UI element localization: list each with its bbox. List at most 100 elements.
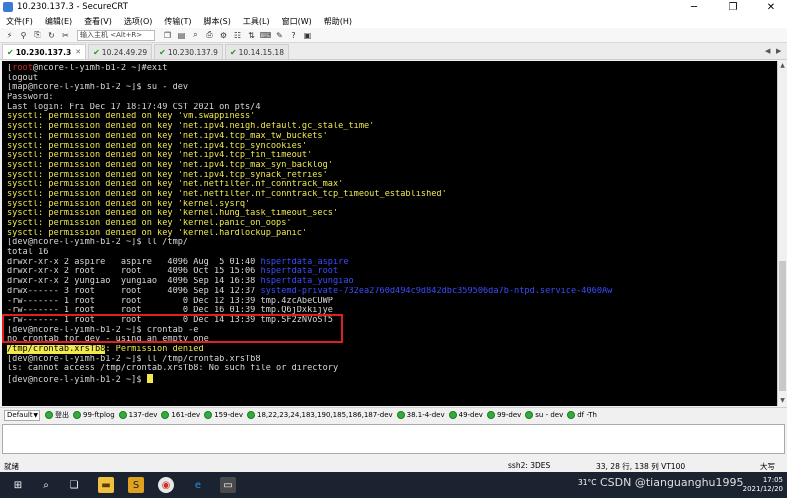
terminal-text: -rw------- 1 root root 0 Dec 12 13:39 tm…: [7, 296, 333, 306]
securecrt-taskbar-icon[interactable]: ▭: [220, 477, 236, 493]
green-button-icon: [118, 411, 127, 419]
button-bar-item-label: su - dev: [535, 411, 564, 419]
terminal-line: [dev@ncore-l-yimh-b1-2 ~]$: [7, 374, 777, 384]
button-bar-item[interactable]: 99-ftplog: [73, 411, 115, 419]
edge-icon[interactable]: e: [190, 477, 206, 493]
button-bar-item[interactable]: df -Th: [567, 411, 597, 419]
taskbar-clock[interactable]: 17:05 2021/12/20: [743, 476, 783, 494]
search-icon[interactable]: ⌕: [38, 477, 54, 493]
windows-start-icon[interactable]: ⊞: [10, 477, 26, 493]
title-bar: 10.230.137.3 - SecureCRT ─ ❐ ✕: [0, 0, 787, 14]
maximize-button[interactable]: ❐: [720, 0, 746, 14]
tab-close-icon[interactable]: ✕: [75, 48, 81, 56]
tab-session-3[interactable]: ✔ 10.230.137.9: [154, 44, 223, 59]
green-button-icon: [161, 411, 170, 419]
button-bar-item[interactable]: 161-dev: [161, 411, 200, 419]
tools-icon[interactable]: ✎: [273, 29, 286, 41]
terminal-line: [dev@ncore-l-yimh-b1-2 ~]$ ll /tmp/cront…: [7, 355, 777, 365]
button-bar-item[interactable]: su - dev: [525, 411, 563, 419]
green-button-icon: [204, 411, 213, 419]
terminal-text: sysctl: permission denied on key 'net.ip…: [7, 141, 308, 151]
terminal-text: sysctl: permission denied on key 'net.ip…: [7, 131, 328, 141]
tab-session-1[interactable]: ✔ 10.230.137.3 ✕: [2, 44, 87, 59]
green-button-icon: [73, 411, 81, 419]
sublime-text-icon[interactable]: S: [128, 477, 144, 493]
scroll-up-icon[interactable]: ▲: [779, 62, 786, 70]
menu-help[interactable]: 帮助(H): [318, 16, 358, 27]
disconnect-icon[interactable]: ✂: [59, 29, 72, 41]
sftp-icon[interactable]: ⇅: [245, 29, 258, 41]
tab-label: 10.14.15.18: [238, 47, 284, 57]
menu-view[interactable]: 查看(V): [78, 16, 118, 27]
menu-file[interactable]: 文件(F): [0, 16, 39, 27]
paste-icon[interactable]: ▤: [175, 29, 188, 41]
command-window[interactable]: [2, 424, 785, 454]
menu-options[interactable]: 选项(O): [118, 16, 159, 27]
scrollbar-thumb[interactable]: [779, 261, 786, 391]
global-options-icon[interactable]: ☷: [231, 29, 244, 41]
help-icon[interactable]: ?: [287, 29, 300, 41]
terminal-text: root: [12, 64, 33, 73]
menu-script[interactable]: 脚本(S): [198, 16, 237, 27]
connect-tab-icon[interactable]: ⎘: [31, 29, 44, 41]
clock-date: 2021/12/20: [742, 485, 783, 493]
terminal-text: hsperfdata_yungiao: [260, 277, 354, 287]
button-bar-item[interactable]: 159-dev: [204, 411, 243, 419]
tab-session-4[interactable]: ✔ 10.14.15.18: [224, 44, 289, 59]
tab-label: 10.230.137.3: [15, 47, 72, 57]
chrome-icon[interactable]: ◉: [158, 477, 174, 493]
terminal-line: sysctl: permission denied on key 'kernel…: [7, 200, 777, 210]
print-icon[interactable]: ⎙: [203, 29, 216, 41]
scroll-down-icon[interactable]: ▼: [779, 397, 786, 405]
reconnect-icon[interactable]: ↻: [45, 29, 58, 41]
task-view-icon[interactable]: ❏: [66, 477, 82, 493]
connect-icon[interactable]: ⚡: [3, 29, 16, 41]
menu-transfer[interactable]: 传输(T): [158, 16, 197, 27]
settings-icon[interactable]: ⚙: [217, 29, 230, 41]
terminal-line: sysctl: permission denied on key 'net.ip…: [7, 122, 777, 132]
quick-connect-icon[interactable]: ⚲: [17, 29, 30, 41]
session-tabs: ✔ 10.230.137.3 ✕ ✔ 10.24.49.29 ✔ 10.230.137.…: [0, 43, 787, 60]
button-bar-item[interactable]: 137-dev: [118, 411, 157, 419]
tab-scroll-right-icon[interactable]: ▶: [776, 47, 781, 55]
terminal-text: sysctl: permission denied on key 'net.ne…: [7, 180, 344, 190]
tab-scroll-left-icon[interactable]: ◀: [765, 47, 770, 55]
button-bar-item-label: 49-dev: [458, 411, 483, 419]
terminal-line: sysctl: permission denied on key 'net.ne…: [7, 190, 777, 200]
button-bar-selector[interactable]: Default ▼: [4, 409, 40, 421]
menu-window[interactable]: 窗口(W): [276, 16, 318, 27]
terminal-line: sysctl: permission denied on key 'net.ip…: [7, 142, 777, 152]
about-icon[interactable]: ▣: [301, 29, 314, 41]
close-button[interactable]: ✕: [758, 0, 784, 14]
button-bar-item[interactable]: 99-dev: [486, 411, 522, 419]
tab-label: 10.24.49.29: [101, 47, 148, 57]
button-bar-item[interactable]: 登出: [45, 410, 69, 420]
button-bar-item[interactable]: 49-dev: [448, 411, 483, 419]
terminal-text: [dev@ncore-l-yimh-b1-2 ~]$ ll /tmp/cront…: [7, 354, 261, 364]
terminal-line: sysctl: permission denied on key 'net.ip…: [7, 171, 777, 181]
terminal-line: total 16: [7, 248, 777, 258]
terminal-text: @ncore-l-yimh-b1-2 ~]#exit: [32, 64, 168, 73]
button-bar-item[interactable]: 18,22,23,24,183,190,185,186,187-dev: [246, 411, 393, 419]
status-caps: 大写: [760, 462, 775, 471]
menu-edit[interactable]: 编辑(E): [39, 16, 78, 27]
button-bar-item-label: 161-dev: [171, 411, 201, 419]
find-icon[interactable]: ⌕: [189, 29, 202, 41]
green-button-icon: [246, 411, 255, 419]
terminal-text: hsperfdata_aspire: [260, 257, 349, 267]
quick-connect-field[interactable]: 输入主机 <Alt+R>: [77, 29, 155, 41]
terminal-screen[interactable]: [root@ncore-l-yimh-b1-2 ~]#exit logout [ma…: [2, 61, 777, 406]
terminal-scrollbar[interactable]: ▲ ▼: [777, 61, 787, 406]
green-button-icon: [486, 411, 495, 419]
terminal-line: Password:: [7, 93, 777, 103]
file-explorer-icon[interactable]: ▬: [98, 477, 114, 493]
keymap-icon[interactable]: ⌨: [259, 29, 272, 41]
copy-icon[interactable]: ❐: [161, 29, 174, 41]
tab-session-2[interactable]: ✔ 10.24.49.29: [88, 44, 153, 59]
terminal-text: sysctl: permission denied on key 'kernel…: [7, 228, 308, 238]
button-bar-item[interactable]: 38.1-4-dev: [396, 411, 445, 419]
button-bar-item-label: 99-dev: [496, 411, 522, 419]
minimize-button[interactable]: ─: [681, 0, 707, 14]
terminal-text: : Permission denied: [105, 344, 204, 354]
menu-tools[interactable]: 工具(L): [237, 16, 276, 27]
